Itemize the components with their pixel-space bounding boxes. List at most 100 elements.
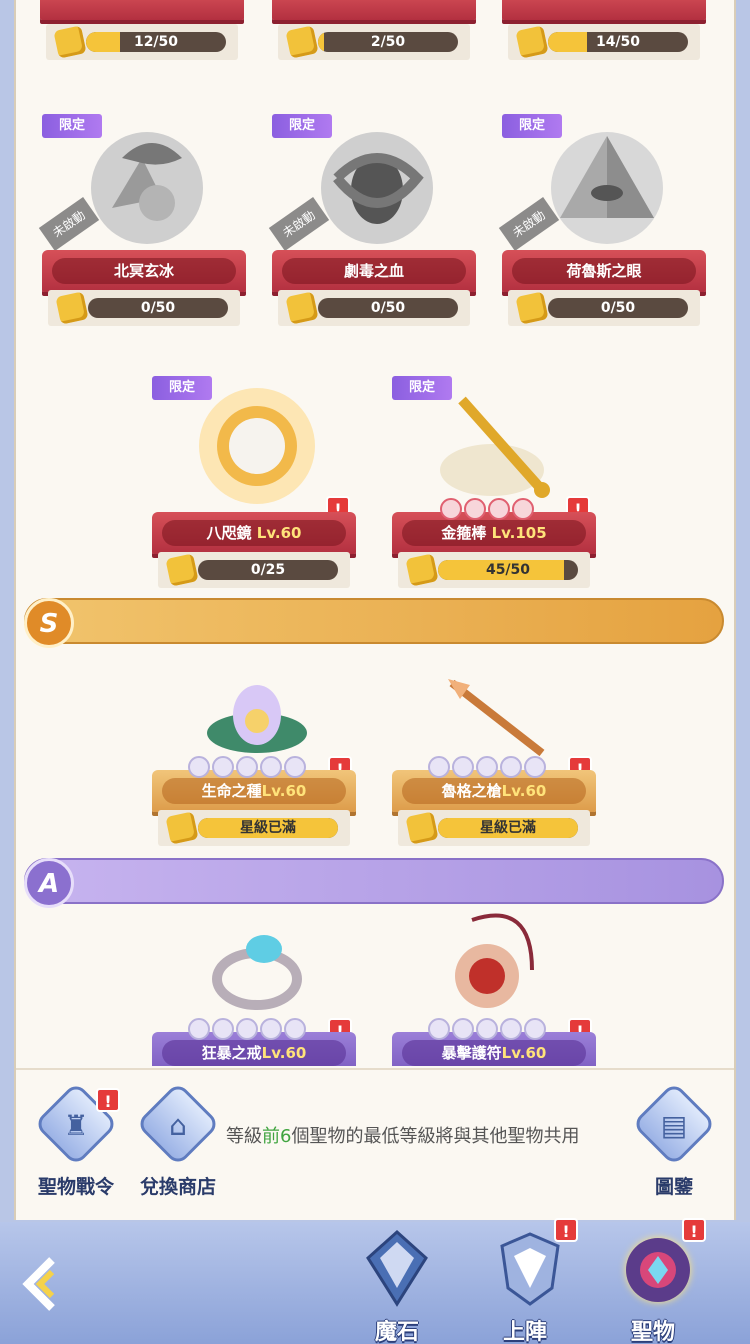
tab-label: 魔石	[374, 1320, 419, 1344]
pedestal	[502, 0, 706, 20]
relic-name: 八咫鏡 Lv.60	[162, 520, 346, 546]
pedestal: 生命之種Lv.60	[152, 756, 356, 812]
bottom-actions: ♜ ! 聖物戰令 ⌂ 兌換商店 等級前6個聖物的最低等級將與其他聖物共用 ▤ 圖…	[16, 1068, 734, 1220]
puzzle-piece-icon	[55, 291, 89, 325]
back-arrow-icon	[22, 1257, 55, 1311]
tab-label: 上陣	[502, 1320, 547, 1344]
progress-base: 2/50	[278, 24, 470, 60]
relic-name: 劇毒之血	[282, 258, 466, 284]
shard-progress-bar: 12/50	[86, 32, 226, 52]
tier-s-badge: S	[24, 598, 74, 648]
tab-relic[interactable]: ! 聖物	[598, 1218, 708, 1344]
spear-art	[432, 672, 562, 764]
shard-progress-bar: 0/50	[548, 298, 688, 318]
shard-progress-bar: 14/50	[548, 32, 688, 52]
puzzle-piece-icon	[53, 25, 87, 59]
progress-base: 12/50	[46, 24, 238, 60]
tier-s-header: S	[24, 598, 724, 648]
relic-card-golden-staff[interactable]: 限定 ! 金箍棒 Lv.105 45/50	[392, 376, 596, 590]
progress-text: 0/25	[250, 562, 286, 578]
tier-a-header: A	[24, 858, 724, 908]
shard-progress-bar: 0/50	[318, 298, 458, 318]
exchange-shop-button[interactable]: ⌂ 兌換商店	[128, 1081, 228, 1199]
relic-card-horus-eye[interactable]: 限定 未啟動 荷魯斯之眼 0/50	[498, 114, 706, 334]
progress-base: 14/50	[508, 24, 700, 60]
relic-icon	[618, 1228, 690, 1308]
battle-pass-label: 聖物戰令	[37, 1176, 114, 1198]
battle-pass-button[interactable]: ♜ ! 聖物戰令	[26, 1081, 126, 1199]
alert-icon: !	[554, 1218, 578, 1242]
limited-badge: 限定	[272, 114, 332, 138]
relic-card-yata-mirror[interactable]: 限定 ! 八咫鏡 Lv.60 0/25	[152, 376, 356, 590]
relic-card-berserk-ring[interactable]: ! 狂暴之戒Lv.60	[152, 910, 356, 1066]
shard-progress-bar: 0/25	[198, 560, 338, 580]
moon-rank-icons	[440, 498, 534, 520]
pedestal: 劇毒之血	[272, 250, 476, 292]
progress-base: 星級已滿	[158, 810, 350, 846]
limited-badge: 限定	[502, 114, 562, 138]
tab-deploy[interactable]: ! 上陣	[470, 1218, 580, 1344]
star-rank-icons	[428, 1018, 546, 1040]
puzzle-piece-icon	[165, 811, 199, 845]
relic-name: 金箍棒 Lv.105	[402, 520, 586, 546]
relic-card-life-seed[interactable]: ! 生命之種Lv.60 星級已滿	[152, 672, 356, 848]
star-max-bar: 星級已滿	[438, 818, 578, 838]
puzzle-piece-icon	[515, 25, 549, 59]
relic-name: 生命之種Lv.60	[162, 778, 346, 804]
limited-badge: 限定	[152, 376, 212, 400]
shield-wings-icon	[490, 1228, 560, 1308]
alert-icon: !	[96, 1088, 120, 1112]
exchange-shop-label: 兌換商店	[139, 1176, 216, 1198]
star-rank-icons	[428, 756, 546, 778]
back-button[interactable]	[18, 1250, 86, 1318]
relic-card-poison-blood[interactable]: 限定 未啟動 劇毒之血 0/50	[268, 114, 476, 334]
puzzle-piece-icon	[165, 553, 199, 587]
relic-panel: 12/50 2/50 14/50 限定 未啟動 北冥玄冰 0/50 限定 未啟動…	[14, 0, 736, 1220]
book-icon: ▤	[660, 1109, 688, 1142]
relic-card-lugh-spear[interactable]: ! 魯格之槍Lv.60 星級已滿	[392, 672, 596, 848]
limited-badge: 限定	[392, 376, 452, 400]
relic-name: 魯格之槍Lv.60	[402, 778, 586, 804]
progress-text: 0/50	[600, 300, 636, 316]
relic-name: 北冥玄冰	[52, 258, 236, 284]
codex-label: 圖鑒	[654, 1176, 693, 1198]
relic-list[interactable]: 12/50 2/50 14/50 限定 未啟動 北冥玄冰 0/50 限定 未啟動…	[16, 0, 734, 1066]
pedestal	[272, 0, 476, 20]
limited-badge: 限定	[42, 114, 102, 138]
footer-nav: 魔石 ! 上陣 ! 聖物	[0, 1218, 750, 1344]
relic-card-crit-amulet[interactable]: ! 暴擊護符Lv.60	[392, 910, 596, 1066]
relic-card[interactable]: 12/50	[40, 0, 244, 70]
star-rank-icons	[188, 756, 306, 778]
pedestal	[40, 0, 244, 20]
progress-text: 星級已滿	[480, 820, 536, 836]
puzzle-piece-icon	[515, 291, 549, 325]
puzzle-piece-icon	[405, 811, 439, 845]
progress-text: 2/50	[370, 34, 406, 50]
relic-card[interactable]: 2/50	[272, 0, 476, 70]
pedestal: 金箍棒 Lv.105	[392, 498, 596, 554]
alert-icon: !	[682, 1218, 706, 1242]
progress-base: 星級已滿	[398, 810, 590, 846]
amulet-art	[432, 910, 562, 1020]
pedestal: 八咫鏡 Lv.60	[152, 512, 356, 554]
codex-button[interactable]: ▤ 圖鑒	[624, 1081, 724, 1199]
shard-progress-bar: 45/50	[438, 560, 578, 580]
shard-progress-bar: 2/50	[318, 32, 458, 52]
puzzle-piece-icon	[285, 25, 319, 59]
shard-progress-bar: 0/50	[88, 298, 228, 318]
progress-text: 0/50	[370, 300, 406, 316]
progress-base: 0/25	[158, 552, 350, 588]
progress-text: 14/50	[595, 34, 641, 50]
tab-magic-stone[interactable]: 魔石	[342, 1222, 452, 1344]
pedestal: 北冥玄冰	[42, 250, 246, 292]
shop-icon: ⌂	[169, 1109, 187, 1142]
progress-base: 0/50	[278, 290, 470, 326]
progress-text: 12/50	[133, 34, 179, 50]
shared-level-notice: 等級前6個聖物的最低等級將與其他聖物共用	[226, 1126, 580, 1147]
relic-card-beiming-ice[interactable]: 限定 未啟動 北冥玄冰 0/50	[38, 114, 246, 334]
pedestal: 狂暴之戒Lv.60	[152, 1018, 356, 1066]
relic-name: 狂暴之戒Lv.60	[162, 1040, 346, 1066]
progress-base: 0/50	[508, 290, 700, 326]
relic-card[interactable]: 14/50	[502, 0, 706, 70]
star-max-bar: 星級已滿	[198, 818, 338, 838]
